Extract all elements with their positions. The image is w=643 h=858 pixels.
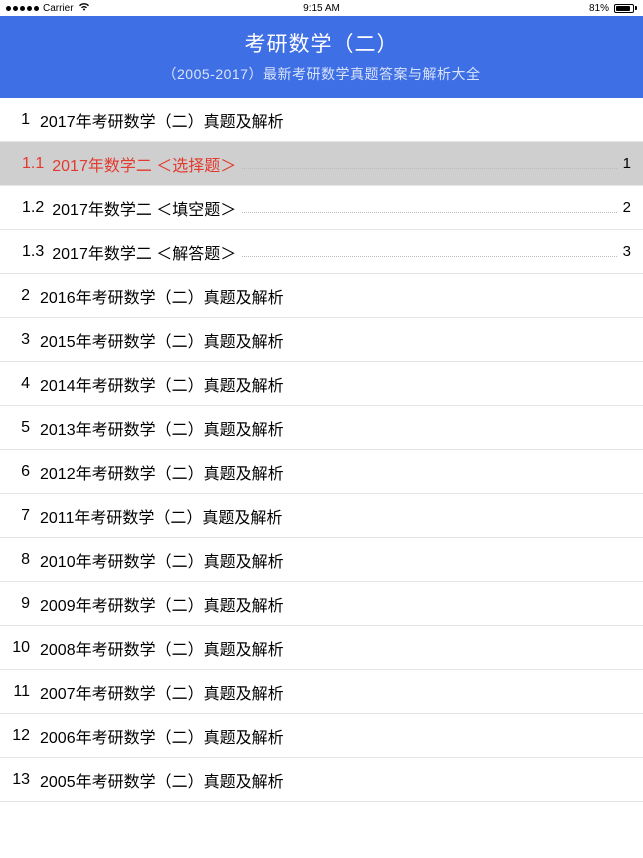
toc-section-label: 2013年考研数学（二）真题及解析 — [40, 416, 284, 440]
toc-section[interactable]: 1 2017年考研数学（二）真题及解析 — [0, 98, 643, 142]
page-subtitle: （2005-2017）最新考研数学真题答案与解析大全 — [10, 64, 633, 84]
toc-section[interactable]: 11 2007年考研数学（二）真题及解析 — [0, 670, 643, 714]
toc-section[interactable]: 3 2015年考研数学（二）真题及解析 — [0, 318, 643, 362]
signal-icon — [6, 6, 39, 11]
leader-dots — [242, 212, 616, 213]
toc-item[interactable]: 1.2 2017年数学二 ＜填空题＞ 2 — [0, 186, 643, 230]
toc-section-number: 11 — [12, 683, 30, 701]
toc-section-label: 2014年考研数学（二）真题及解析 — [40, 372, 284, 396]
toc-section-number: 7 — [12, 507, 30, 525]
status-left: Carrier — [6, 2, 90, 14]
toc-section-label: 2008年考研数学（二）真题及解析 — [40, 636, 284, 660]
page-title: 考研数学（二） — [10, 28, 633, 58]
table-of-contents: 1 2017年考研数学（二）真题及解析 1.1 2017年数学二 ＜选择题＞ 1 1.2 2… — [0, 98, 643, 802]
toc-item[interactable]: 1.3 2017年数学二 ＜解答题＞ 3 — [0, 230, 643, 274]
toc-section[interactable]: 7 2011年考研数学（二）真题及解析 — [0, 494, 643, 538]
battery-icon — [612, 4, 637, 13]
toc-section[interactable]: 5 2013年考研数学（二）真题及解析 — [0, 406, 643, 450]
toc-section-number: 8 — [12, 551, 30, 569]
toc-section-label: 2017年考研数学（二）真题及解析 — [40, 108, 284, 132]
toc-section-number: 13 — [12, 771, 30, 789]
toc-section-number: 6 — [12, 463, 30, 481]
status-bar: Carrier 9:15 AM 81% — [0, 0, 643, 16]
toc-item-label: 2017年数学二 ＜选择题＞ — [52, 152, 236, 176]
toc-section-label: 2016年考研数学（二）真题及解析 — [40, 284, 284, 308]
toc-section-number: 5 — [12, 419, 30, 437]
status-right: 81% — [589, 3, 637, 14]
wifi-icon — [78, 2, 90, 14]
toc-section-number: 1 — [12, 111, 30, 129]
toc-item-page: 1 — [623, 155, 631, 172]
toc-item-number: 1.2 — [22, 199, 44, 217]
toc-section-number: 2 — [12, 287, 30, 305]
toc-section-label: 2015年考研数学（二）真题及解析 — [40, 328, 284, 352]
toc-item-page: 3 — [623, 243, 631, 260]
toc-section-number: 3 — [12, 331, 30, 349]
toc-section[interactable]: 6 2012年考研数学（二）真题及解析 — [0, 450, 643, 494]
toc-section-label: 2011年考研数学（二）真题及解析 — [40, 504, 282, 528]
toc-item[interactable]: 1.1 2017年数学二 ＜选择题＞ 1 — [0, 142, 643, 186]
toc-section[interactable]: 12 2006年考研数学（二）真题及解析 — [0, 714, 643, 758]
toc-section-label: 2005年考研数学（二）真题及解析 — [40, 768, 284, 792]
toc-section-label: 2012年考研数学（二）真题及解析 — [40, 460, 284, 484]
toc-item-number: 1.1 — [22, 155, 44, 173]
toc-section[interactable]: 10 2008年考研数学（二）真题及解析 — [0, 626, 643, 670]
toc-section-number: 4 — [12, 375, 30, 393]
toc-section[interactable]: 9 2009年考研数学（二）真题及解析 — [0, 582, 643, 626]
toc-section[interactable]: 8 2010年考研数学（二）真题及解析 — [0, 538, 643, 582]
toc-section-number: 12 — [12, 727, 30, 745]
carrier-label: Carrier — [43, 3, 74, 14]
toc-section-label: 2010年考研数学（二）真题及解析 — [40, 548, 284, 572]
toc-item-page: 2 — [623, 199, 631, 216]
toc-section[interactable]: 4 2014年考研数学（二）真题及解析 — [0, 362, 643, 406]
toc-section-label: 2007年考研数学（二）真题及解析 — [40, 680, 284, 704]
toc-section[interactable]: 2 2016年考研数学（二）真题及解析 — [0, 274, 643, 318]
toc-item-label: 2017年数学二 ＜解答题＞ — [52, 240, 236, 264]
toc-item-label: 2017年数学二 ＜填空题＞ — [52, 196, 236, 220]
toc-section-label: 2009年考研数学（二）真题及解析 — [40, 592, 284, 616]
toc-section-number: 9 — [12, 595, 30, 613]
clock: 9:15 AM — [303, 3, 340, 14]
toc-item-number: 1.3 — [22, 243, 44, 261]
battery-percent: 81% — [589, 3, 609, 14]
leader-dots — [242, 168, 616, 169]
leader-dots — [242, 256, 616, 257]
toc-section[interactable]: 13 2005年考研数学（二）真题及解析 — [0, 758, 643, 802]
toc-section-label: 2006年考研数学（二）真题及解析 — [40, 724, 284, 748]
toc-section-number: 10 — [12, 639, 30, 657]
app-header: 考研数学（二） （2005-2017）最新考研数学真题答案与解析大全 — [0, 16, 643, 98]
